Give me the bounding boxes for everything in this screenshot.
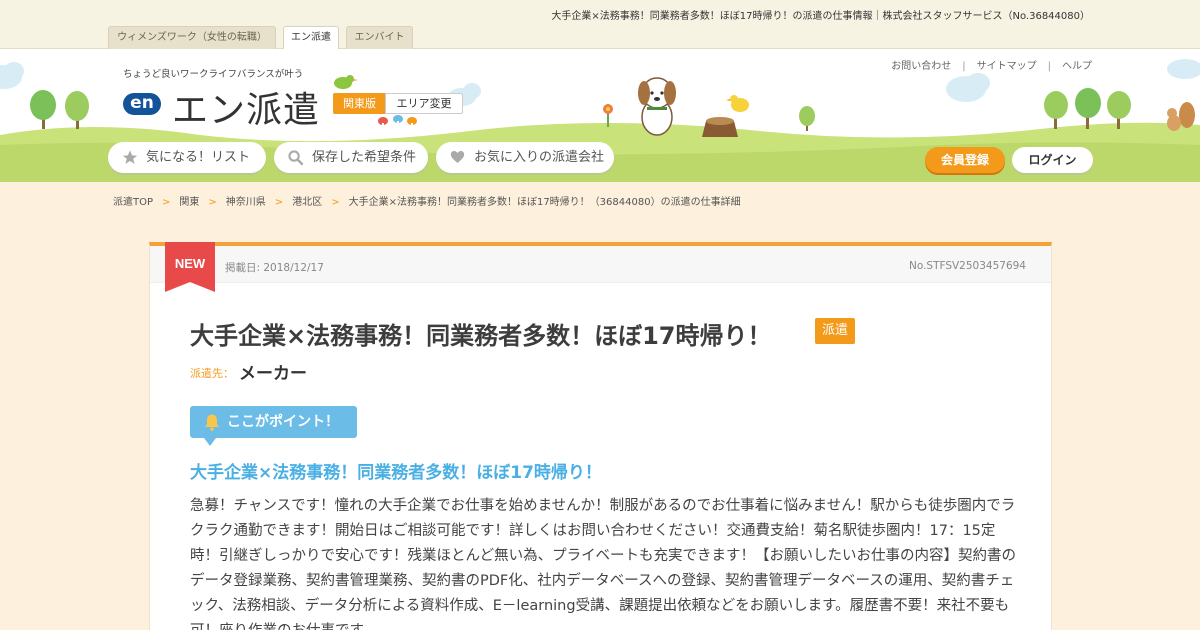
new-label: NEW (175, 256, 206, 271)
mushroom-icon (378, 115, 417, 128)
nav-saved-conditions-label: 保存した希望条件 (312, 150, 417, 165)
catch-copy: 大手企業×法務事務！同業務者多数！ほぼ17時帰り！ (190, 463, 602, 483)
breadcrumb-separator: > (274, 197, 284, 208)
area-change-button[interactable]: エリア変更 (385, 93, 463, 114)
register-button[interactable]: 会員登録 (925, 147, 1005, 173)
dog-icon (638, 77, 676, 136)
tab-en-haken[interactable]: エン派遣 (283, 26, 339, 50)
job-description: 急募！チャンスです！憧れの大手企業でお仕事を始めませんか！制服があるのでお仕事着… (190, 498, 1017, 630)
job-number: No.STFSV2503457694 (908, 260, 1026, 272)
new-ribbon: NEW (165, 242, 215, 292)
posted-date: 掲載日: 2018/12/17 (225, 262, 324, 274)
job-card-header: NEW 掲載日: 2018/12/17 No.STFSV2503457694 (150, 242, 1051, 292)
nav-favorite-companies[interactable]: お気に入りの派遣会社 (436, 142, 614, 173)
employment-type-badge: 派遣 (815, 318, 855, 344)
breadcrumb-separator: > (162, 197, 171, 208)
top-bar: 大手企業×法務事務！同業務者多数！ほぼ17時帰り！の派遣の仕事情報｜株式会社スタ… (0, 0, 1200, 50)
region-badge: 関東版 (333, 93, 386, 114)
tree-icon (30, 90, 89, 129)
nav-favorite-companies-label: お気に入りの派遣会社 (474, 150, 605, 165)
logo-en-mark[interactable]: en (123, 93, 161, 115)
breadcrumb-item[interactable]: 関東 (179, 197, 199, 208)
help-link[interactable]: ヘルプ (1062, 61, 1092, 72)
job-card: NEW 掲載日: 2018/12/17 No.STFSV2503457694 大… (149, 242, 1052, 630)
star-icon (122, 150, 138, 164)
search-icon (288, 150, 304, 166)
tab-womens-work[interactable]: ウィメンズワーク（女性の転職） (108, 26, 276, 49)
job-title: 大手企業×法務事務！同業務者多数！ほぼ17時帰り！ (190, 322, 772, 350)
tagline: ちょうど良いワークライフバランスが叶う (123, 69, 304, 80)
page-heading: 大手企業×法務事務！同業務者多数！ほぼ17時帰り！の派遣の仕事情報｜株式会社スタ… (551, 11, 1090, 22)
nav-watch-list-label: 気になる！リスト (146, 150, 251, 165)
destination-value: メーカー (239, 364, 307, 384)
heart-icon (450, 151, 465, 163)
utility-links: お問い合わせ | サイトマップ | ヘルプ (891, 57, 1092, 72)
destination-label: 派遣先： (190, 367, 234, 380)
sitemap-link[interactable]: サイトマップ (977, 61, 1037, 72)
tab-en-baito[interactable]: エンバイト (346, 26, 413, 49)
bell-icon (204, 414, 220, 431)
nav-saved-conditions[interactable]: 保存した希望条件 (274, 142, 428, 173)
breadcrumb-separator: > (331, 197, 340, 208)
breadcrumb-item[interactable]: 港北区 (292, 197, 322, 208)
breadcrumb-item[interactable]: 神奈川県 (226, 197, 266, 208)
nav-watch-list[interactable]: 気になる！リスト (108, 142, 266, 173)
breadcrumb-separator: > (208, 197, 217, 208)
separator: | (962, 61, 966, 72)
logo-text[interactable]: エン派遣 (172, 81, 320, 133)
breadcrumb-current: 大手企業×法務事務！同業務者多数！ほぼ17時帰り！（36844080）の派遣の仕… (348, 197, 741, 208)
contact-link[interactable]: お問い合わせ (891, 61, 951, 72)
separator: | (1047, 61, 1051, 72)
site-header: ちょうど良いワークライフバランスが叶う en エン派遣 関東版 エリア変更 お問… (0, 49, 1200, 182)
point-label: ここがポイント！ (227, 414, 339, 430)
breadcrumb: 派遣TOP > 関東 > 神奈川県 > 港北区 > 大手企業×法務事務！同業務者多数！ほぼ17時… (113, 193, 741, 208)
point-badge: ここがポイント！ (190, 406, 357, 446)
breadcrumb-item[interactable]: 派遣TOP (113, 197, 153, 208)
login-button[interactable]: ログイン (1012, 147, 1093, 173)
bird-icon (334, 75, 358, 89)
